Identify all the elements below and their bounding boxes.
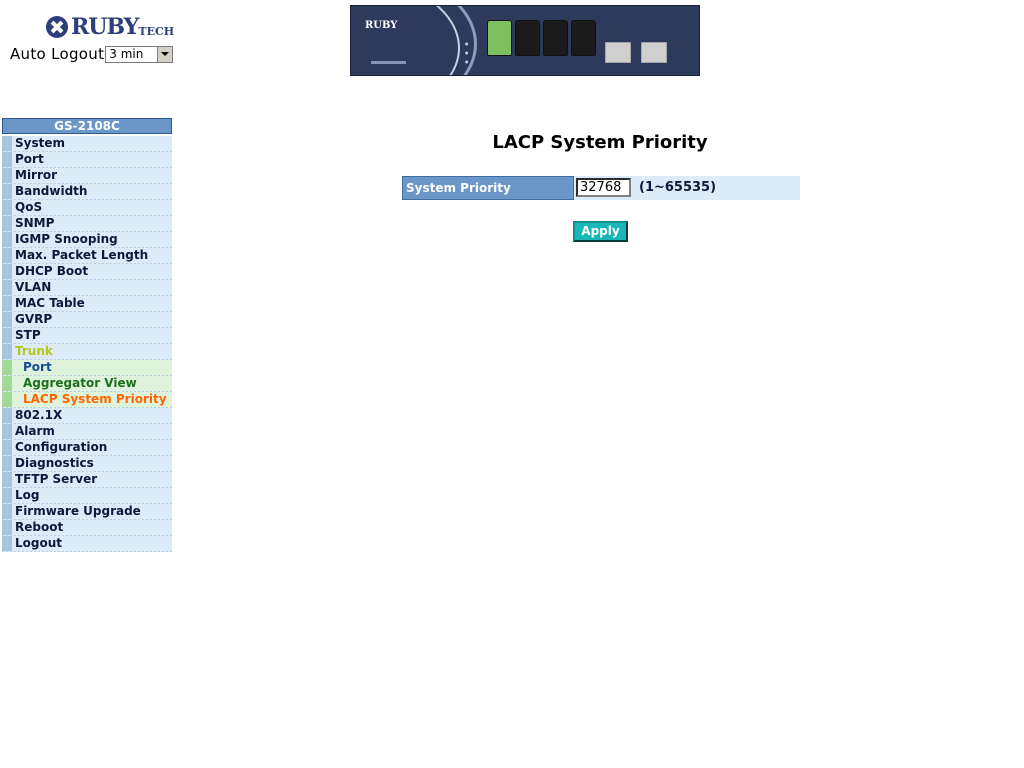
sidebar-item-vlan[interactable]: VLAN xyxy=(2,280,172,296)
auto-logout-value: 3 min xyxy=(109,46,144,61)
sidebar-item-stp[interactable]: STP xyxy=(2,328,172,344)
sidebar-item-log[interactable]: Log xyxy=(2,488,172,504)
auto-logout: Auto Logout 3 min xyxy=(10,45,174,63)
sidebar-item-reboot[interactable]: Reboot xyxy=(2,520,172,536)
logo-mark-icon xyxy=(46,16,68,38)
sfp-port-1-icon xyxy=(605,42,631,63)
sidebar-item-logout[interactable]: Logout xyxy=(2,536,172,552)
sidebar-item-firmware-upgrade[interactable]: Firmware Upgrade xyxy=(2,504,172,520)
sidebar-item-mac-table[interactable]: MAC Table xyxy=(2,296,172,312)
rubytech-logo: RUBY TECH xyxy=(46,14,174,40)
port-1-icon xyxy=(487,20,512,56)
sidebar-item-snmp[interactable]: SNMP xyxy=(2,216,172,232)
panel-curve-inner xyxy=(351,6,460,75)
page-title: LACP System Priority xyxy=(492,132,708,153)
panel-brand: RUBY xyxy=(365,20,398,31)
auto-logout-label: Auto Logout xyxy=(10,45,105,63)
sfp-port-2-icon xyxy=(641,42,667,63)
auto-logout-select[interactable]: 3 min xyxy=(105,45,174,63)
sidebar-menu: System Port Mirror Bandwidth QoS SNMP IG… xyxy=(2,136,172,552)
sidebar-item-bandwidth[interactable]: Bandwidth xyxy=(2,184,172,200)
sidebar-subitem-aggregator-view[interactable]: Aggregator View xyxy=(2,376,172,392)
sidebar-item-max-packet-length[interactable]: Max. Packet Length xyxy=(2,248,172,264)
logo-suffix: TECH xyxy=(138,24,175,38)
sidebar-subitem-lacp-system-priority[interactable]: LACP System Priority xyxy=(2,392,172,408)
logo-text: RUBY xyxy=(71,14,139,40)
sidebar-item-dhcp-boot[interactable]: DHCP Boot xyxy=(2,264,172,280)
apply-button[interactable]: Apply xyxy=(573,221,628,242)
sidebar-item-8021x[interactable]: 802.1X xyxy=(2,408,172,424)
panel-led-icon: ● ● ● xyxy=(465,41,469,64)
sidebar-item-diagnostics[interactable]: Diagnostics xyxy=(2,456,172,472)
sidebar-item-mirror[interactable]: Mirror xyxy=(2,168,172,184)
sidebar-item-igmp-snooping[interactable]: IGMP Snooping xyxy=(2,232,172,248)
chevron-down-icon[interactable] xyxy=(157,46,173,62)
sidebar-item-trunk[interactable]: Trunk xyxy=(2,344,172,360)
system-priority-row: System Priority (1~65535) xyxy=(402,176,800,200)
system-priority-label: System Priority xyxy=(402,176,574,200)
port-4-icon xyxy=(571,20,596,56)
system-priority-input[interactable] xyxy=(576,178,631,197)
sidebar-subitem-trunk-port[interactable]: Port xyxy=(2,360,172,376)
sidebar-item-gvrp[interactable]: GVRP xyxy=(2,312,172,328)
sidebar-item-tftp-server[interactable]: TFTP Server xyxy=(2,472,172,488)
sidebar-item-port[interactable]: Port xyxy=(2,152,172,168)
ethernet-ports xyxy=(487,20,596,56)
sidebar-item-system[interactable]: System xyxy=(2,136,172,152)
sidebar-item-configuration[interactable]: Configuration xyxy=(2,440,172,456)
port-2-icon xyxy=(515,20,540,56)
sidebar-title: GS-2108C xyxy=(2,118,172,134)
panel-bar xyxy=(371,61,406,64)
device-panel-image: RUBY ● ● ● xyxy=(350,5,700,76)
sidebar-item-qos[interactable]: QoS xyxy=(2,200,172,216)
sidebar-item-alarm[interactable]: Alarm xyxy=(2,424,172,440)
port-3-icon xyxy=(543,20,568,56)
system-priority-range: (1~65535) xyxy=(639,180,717,195)
